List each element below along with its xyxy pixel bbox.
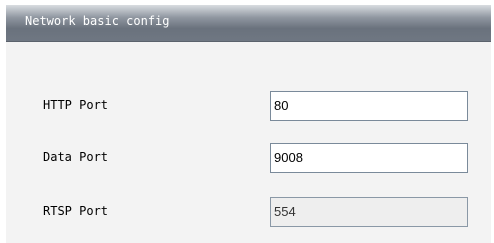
panel-header: Network basic config [6, 5, 491, 42]
http-port-input[interactable]: 80 [270, 91, 468, 121]
data-port-row: Data Port 9008 [6, 143, 491, 173]
data-port-input[interactable]: 9008 [270, 143, 468, 173]
data-port-label: Data Port [43, 150, 109, 164]
http-port-value: 80 [274, 98, 289, 113]
panel-title: Network basic config [25, 14, 170, 28]
data-port-value: 9008 [274, 150, 303, 165]
http-port-label: HTTP Port [43, 98, 109, 112]
rtsp-port-row: RTSP Port 554 [6, 197, 491, 227]
rtsp-port-value: 554 [274, 204, 296, 219]
network-basic-config-panel: Network basic config HTTP Port 80 Data P… [6, 5, 491, 243]
http-port-row: HTTP Port 80 [6, 91, 491, 121]
rtsp-port-label: RTSP Port [43, 204, 109, 218]
rtsp-port-input: 554 [270, 197, 468, 227]
